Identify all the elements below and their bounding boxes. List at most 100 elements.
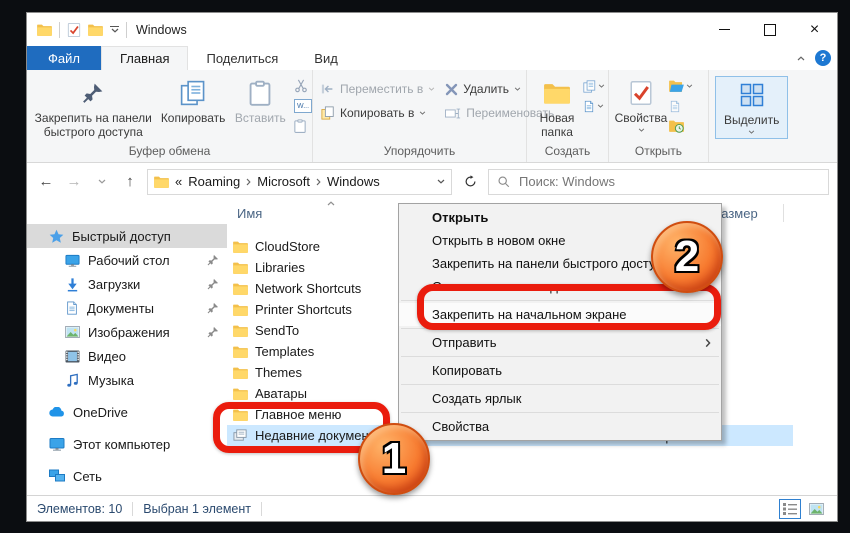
rename-icon (445, 108, 461, 119)
new-item-button[interactable] (583, 78, 605, 94)
details-view-button[interactable] (779, 499, 801, 519)
open-button[interactable] (669, 78, 693, 94)
tab-home[interactable]: Главная (101, 46, 188, 70)
search-input[interactable] (517, 173, 820, 190)
search-box[interactable] (488, 169, 829, 195)
cut-button[interactable] (294, 78, 308, 94)
properties-button[interactable]: Свойства (613, 74, 669, 132)
help-icon[interactable]: ? (815, 50, 831, 66)
menu-item-copy[interactable]: Копировать (399, 359, 721, 382)
breadcrumb-overflow[interactable]: « (175, 174, 182, 189)
move-to-button[interactable]: Переместить в (321, 82, 435, 96)
menu-item-properties[interactable]: Свойства (399, 415, 721, 438)
sort-ascending-icon[interactable] (327, 201, 335, 206)
column-header-name[interactable]: Имя (237, 206, 262, 221)
sidebar-item-this-pc[interactable]: Этот компьютер (27, 432, 227, 456)
folder-icon (233, 388, 248, 400)
pinned-icon (207, 254, 219, 266)
sidebar-item-music[interactable]: Музыка (27, 368, 227, 392)
menu-item-send-to[interactable]: Отправить (399, 331, 721, 354)
sidebar-item-videos[interactable]: Видео (27, 344, 227, 368)
sidebar-item-desktop[interactable]: Рабочий стол (27, 248, 227, 272)
history-button[interactable] (669, 118, 684, 134)
pin-to-quick-access-button[interactable]: Закрепить на панели быстрого доступа (31, 74, 156, 140)
sidebar-item-downloads[interactable]: Загрузки (27, 272, 227, 296)
tab-view[interactable]: Вид (296, 46, 356, 70)
sidebar-item-documents[interactable]: Документы (27, 296, 227, 320)
sidebar-item-network[interactable]: Сеть (27, 464, 227, 488)
folder-icon (233, 325, 248, 337)
new-folder-button[interactable]: Новая папка (531, 74, 583, 140)
chevron-down-icon (748, 130, 755, 134)
navigation-pane: Быстрый доступ Рабочий стол Загрузки Док… (27, 200, 227, 495)
menu-item-create-shortcut[interactable]: Создать ярлык (399, 387, 721, 410)
group-label-organize: Упорядочить (313, 144, 526, 162)
group-label-clipboard: Буфер обмена (27, 144, 312, 162)
sidebar-item-quick-access[interactable]: Быстрый доступ (27, 224, 227, 248)
column-divider[interactable] (783, 204, 784, 222)
copy-path-button[interactable]: W... (294, 98, 312, 114)
breadcrumb-microsoft[interactable]: Microsoft (257, 174, 310, 189)
folder-icon (233, 304, 248, 316)
thumbnail-view-icon (809, 503, 824, 515)
film-icon (65, 350, 80, 363)
network-icon (49, 469, 65, 483)
annotation-badge-1: 1 (358, 423, 430, 495)
paste-shortcut-button[interactable] (294, 118, 306, 134)
title-bar: Windows × (27, 13, 837, 46)
minimize-button[interactable] (702, 13, 747, 46)
customize-qat-icon[interactable] (110, 26, 119, 33)
up-button[interactable]: ↑ (119, 173, 141, 190)
status-bar: Элементов: 10 Выбран 1 элемент (27, 495, 837, 521)
divider (132, 502, 133, 516)
desktop-icon (65, 253, 80, 268)
tab-file[interactable]: Файл (27, 46, 101, 70)
folder-icon (233, 346, 248, 358)
back-button[interactable]: ← (35, 173, 57, 190)
paste-button[interactable]: Вставить (231, 74, 290, 126)
copy-button[interactable]: Копировать (156, 74, 231, 126)
paste-shortcut-icon (294, 119, 306, 133)
picture-icon (65, 326, 80, 338)
annotation-badge-2: 2 (651, 221, 723, 293)
chevron-right-icon (316, 178, 321, 186)
pinned-icon (207, 278, 219, 290)
delete-x-icon (445, 83, 458, 96)
select-grid-icon (740, 79, 764, 111)
ribbon-group-select: Выделить (709, 70, 795, 162)
music-note-icon (65, 373, 80, 388)
sidebar-item-onedrive[interactable]: OneDrive (27, 400, 227, 424)
group-label-open: Открыть (609, 144, 708, 162)
menu-separator (401, 384, 719, 385)
maximize-button[interactable] (747, 13, 792, 46)
address-dropdown-icon[interactable] (437, 179, 445, 184)
recent-locations-icon[interactable] (91, 179, 113, 184)
thumbnail-view-button[interactable] (805, 499, 827, 519)
chevron-down-icon (638, 128, 645, 132)
chevron-down-icon (428, 87, 435, 91)
edit-button[interactable] (669, 98, 681, 114)
close-button[interactable]: × (792, 13, 837, 46)
properties-icon[interactable] (67, 23, 81, 37)
star-icon (49, 229, 64, 244)
new-folder-icon[interactable] (88, 24, 103, 36)
select-button[interactable]: Выделить (715, 76, 788, 139)
edit-icon (669, 100, 681, 113)
breadcrumb[interactable]: « Roaming Microsoft Windows (147, 169, 452, 195)
group-label-new: Создать (527, 144, 608, 162)
tab-share[interactable]: Поделиться (188, 46, 296, 70)
copy-to-button[interactable]: Копировать в (321, 106, 435, 120)
sidebar-item-pictures[interactable]: Изображения (27, 320, 227, 344)
easy-access-button[interactable] (583, 98, 604, 114)
refresh-button[interactable] (458, 169, 482, 195)
copy-path-icon: W... (294, 99, 312, 113)
move-to-icon (321, 82, 335, 96)
computer-icon (49, 436, 65, 452)
breadcrumb-roaming[interactable]: Roaming (188, 174, 240, 189)
divider (59, 22, 60, 38)
forward-button[interactable]: → (63, 173, 85, 190)
collapse-ribbon-icon[interactable] (797, 56, 805, 61)
breadcrumb-windows[interactable]: Windows (327, 174, 380, 189)
folder-icon[interactable] (37, 24, 52, 36)
pinned-icon (207, 326, 219, 338)
